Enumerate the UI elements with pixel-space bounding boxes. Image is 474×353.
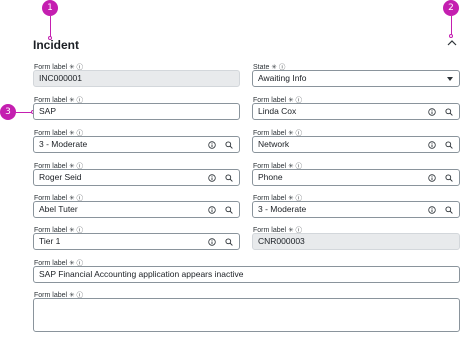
- search-icon[interactable]: [445, 205, 453, 214]
- cnr-field: CNR000003: [252, 233, 460, 250]
- channel-field[interactable]: Phone: [252, 169, 460, 186]
- caret-down-icon[interactable]: [447, 77, 453, 81]
- info-icon[interactable]: [428, 107, 436, 116]
- category-field[interactable]: Network: [252, 136, 460, 153]
- caller-field[interactable]: Linda Cox: [252, 103, 460, 120]
- search-icon[interactable]: [445, 107, 453, 116]
- tier-field[interactable]: Tier 1: [33, 233, 240, 250]
- impact-value: 3 - Moderate: [39, 139, 88, 149]
- opened-by-value: Abel Tuter: [39, 204, 78, 214]
- assigned-value: Roger Seid: [39, 172, 82, 182]
- tier-value: Tier 1: [39, 236, 61, 246]
- section-title: Incident: [33, 38, 80, 52]
- info-icon[interactable]: [208, 237, 216, 246]
- short-description-input[interactable]: SAP Financial Accounting application app…: [33, 266, 460, 283]
- info-icon[interactable]: [208, 205, 216, 214]
- urgency-field[interactable]: 3 - Moderate: [252, 201, 460, 218]
- search-icon[interactable]: [445, 140, 453, 149]
- search-icon[interactable]: [445, 173, 453, 182]
- search-icon[interactable]: [225, 237, 233, 246]
- urgency-value: 3 - Moderate: [258, 204, 307, 214]
- number-value: INC000001: [39, 73, 83, 83]
- state-value: Awaiting Info: [258, 73, 307, 83]
- info-icon[interactable]: [428, 140, 436, 149]
- company-input[interactable]: SAP: [33, 103, 240, 120]
- search-icon[interactable]: [225, 173, 233, 182]
- state-select[interactable]: Awaiting Info: [252, 70, 460, 87]
- search-icon[interactable]: [225, 140, 233, 149]
- assigned-field[interactable]: Roger Seid: [33, 169, 240, 186]
- callout-line-2: [451, 16, 452, 35]
- info-icon[interactable]: [428, 205, 436, 214]
- callout-marker-3: 3: [0, 104, 16, 120]
- info-icon[interactable]: [428, 173, 436, 182]
- callout-line-1: [50, 16, 51, 37]
- caller-value: Linda Cox: [258, 106, 297, 116]
- channel-value: Phone: [258, 172, 283, 182]
- chevron-up-icon[interactable]: [446, 37, 458, 49]
- callout-marker-2: 2: [443, 0, 459, 16]
- short-description-value: SAP Financial Accounting application app…: [39, 269, 244, 279]
- info-icon[interactable]: [208, 173, 216, 182]
- category-value: Network: [258, 139, 290, 149]
- opened-by-field[interactable]: Abel Tuter: [33, 201, 240, 218]
- callout-marker-1: 1: [42, 0, 58, 16]
- search-icon[interactable]: [225, 205, 233, 214]
- impact-field[interactable]: 3 - Moderate: [33, 136, 240, 153]
- number-field: INC000001: [33, 70, 240, 87]
- description-textarea[interactable]: [33, 298, 460, 332]
- company-value: SAP: [39, 106, 57, 116]
- cnr-value: CNR000003: [258, 236, 305, 246]
- info-icon[interactable]: [208, 140, 216, 149]
